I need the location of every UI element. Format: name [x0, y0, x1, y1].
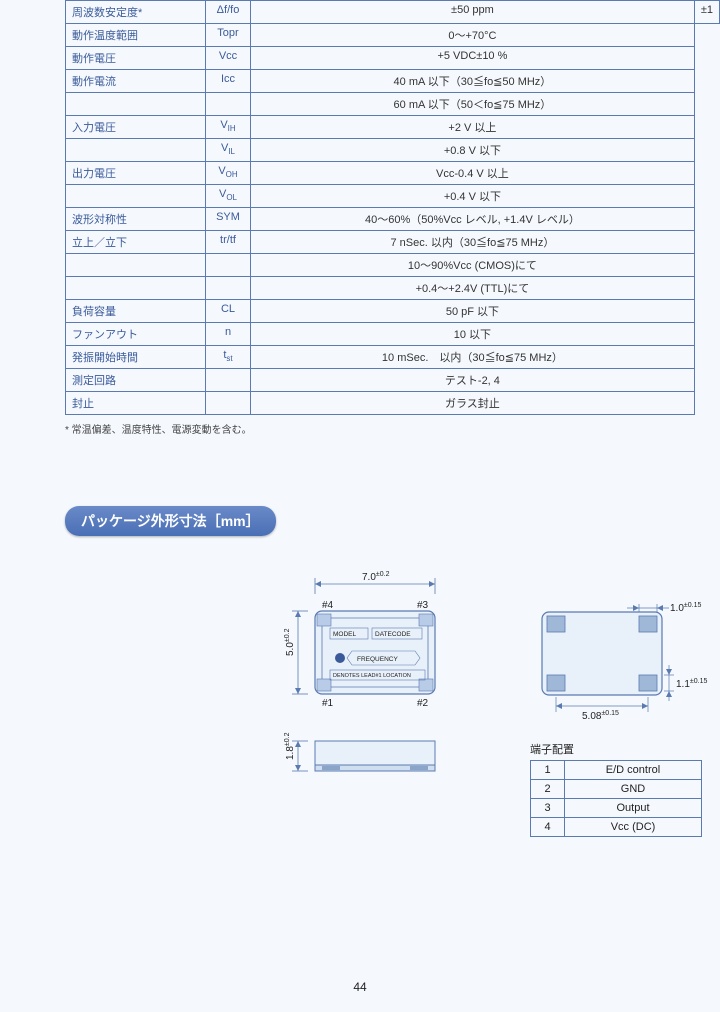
svg-text:#1: #1	[322, 698, 334, 709]
pin-table: 1E/D control2GND3Output4Vcc (DC)	[530, 760, 702, 837]
section-title-badge: パッケージ外形寸法［mm］	[65, 506, 276, 536]
svg-text:#3: #3	[417, 600, 429, 611]
svg-text:1.8±0.2: 1.8±0.2	[284, 732, 296, 760]
svg-text:DATECODE: DATECODE	[375, 631, 411, 638]
package-side-view: 1.8±0.2	[260, 726, 460, 796]
package-pad-layout: 1.0±0.15 1.1±0.15 5.08±0.15	[532, 594, 720, 739]
svg-text:#4: #4	[322, 600, 334, 611]
svg-text:MODEL: MODEL	[333, 631, 357, 638]
spec-footnote: * 常温偏差、温度特性、電源変動を含む。	[65, 421, 720, 436]
svg-text:5.08±0.15: 5.08±0.15	[582, 710, 619, 722]
svg-text:1.0±0.15: 1.0±0.15	[670, 602, 701, 614]
spec-table: 周波数安定度*Δf/fo±50 ppm±1動作温度範囲Topr0～+70°C動作…	[65, 0, 720, 415]
pin-assignment: 端子配置 1E/D control2GND3Output4Vcc (DC)	[530, 741, 700, 837]
svg-text:5.0±0.2: 5.0±0.2	[284, 628, 296, 656]
svg-text:1.1±0.15: 1.1±0.15	[676, 678, 707, 690]
svg-text:#2: #2	[417, 698, 429, 709]
svg-text:DENOTES LEAD#1 LOCATION: DENOTES LEAD#1 LOCATION	[333, 673, 411, 679]
svg-text:FREQUENCY: FREQUENCY	[357, 656, 398, 663]
svg-text:7.0±0.2: 7.0±0.2	[362, 571, 390, 583]
pin-table-title: 端子配置	[530, 741, 700, 757]
page-number: 44	[0, 980, 720, 994]
package-diagrams: 7.0±0.2 5.0±0.2 #4 #3 #1 #2 MODEL DATECO…	[0, 566, 720, 846]
package-top-view: 7.0±0.2 5.0±0.2 #4 #3 #1 #2 MODEL DATECO…	[260, 566, 460, 726]
